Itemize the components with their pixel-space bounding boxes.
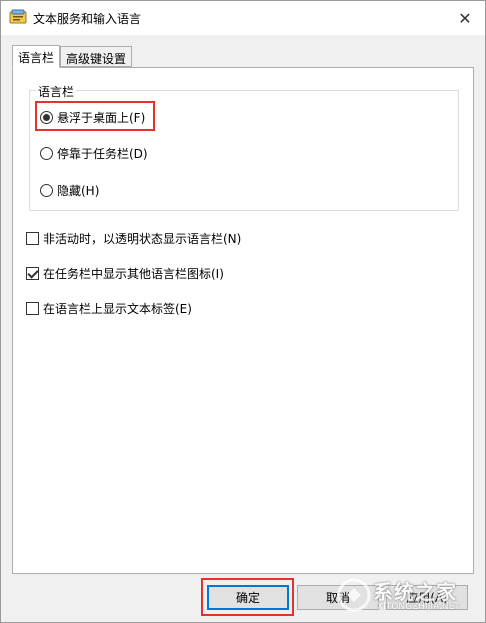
checkbox-label: 在任务栏中显示其他语言栏图标(I) bbox=[43, 266, 224, 281]
tab-advanced-key-settings[interactable]: 高级键设置 bbox=[60, 46, 132, 67]
radio-button-checked[interactable] bbox=[40, 110, 53, 124]
checkbox-show-text-labels[interactable]: 在语言栏上显示文本标签(E) bbox=[26, 298, 192, 318]
tab-language-bar[interactable]: 语言栏 bbox=[12, 45, 60, 68]
tab-panel: 语言栏 悬浮于桌面上(F) 停靠于任务栏(D) 隐藏(H) 非活动时，以透明状态… bbox=[12, 67, 474, 574]
close-icon: ✕ bbox=[458, 8, 472, 28]
close-button[interactable]: ✕ bbox=[451, 5, 479, 31]
dialog-window: 文本服务和输入语言 ✕ 语言栏 高级键设置 语言栏 悬浮于桌面上(F) 停靠于任… bbox=[0, 0, 486, 623]
watermark-url: XITONGZHIJIA.NET bbox=[377, 602, 460, 612]
ok-button[interactable]: 确定 bbox=[207, 585, 289, 610]
tab-bar: 语言栏 高级键设置 bbox=[12, 45, 472, 68]
title-bar: 文本服务和输入语言 ✕ bbox=[1, 1, 485, 35]
watermark: 系统之家 XITONGZHIJIA.NET bbox=[337, 574, 477, 618]
checkbox-label: 在语言栏上显示文本标签(E) bbox=[43, 301, 192, 316]
radio-float-on-desktop[interactable]: 悬浮于桌面上(F) bbox=[40, 107, 145, 127]
radio-button[interactable] bbox=[40, 146, 53, 160]
window-title: 文本服务和输入语言 bbox=[33, 12, 142, 26]
checkbox-box-checked[interactable] bbox=[26, 266, 39, 280]
watermark-brand: 系统之家 bbox=[373, 580, 457, 604]
radio-hidden[interactable]: 隐藏(H) bbox=[40, 180, 99, 200]
checkbox-box[interactable] bbox=[26, 301, 39, 315]
watermark-logo-icon bbox=[337, 578, 371, 612]
app-icon bbox=[9, 9, 27, 25]
language-bar-groupbox: 语言栏 悬浮于桌面上(F) 停靠于任务栏(D) 隐藏(H) bbox=[29, 83, 459, 211]
groupbox-legend: 语言栏 bbox=[36, 83, 77, 100]
checkbox-box[interactable] bbox=[26, 231, 39, 245]
radio-label: 隐藏(H) bbox=[57, 183, 100, 198]
radio-dock-in-taskbar[interactable]: 停靠于任务栏(D) bbox=[40, 143, 148, 163]
radio-label: 停靠于任务栏(D) bbox=[57, 146, 148, 161]
radio-button[interactable] bbox=[40, 183, 53, 197]
radio-label: 悬浮于桌面上(F) bbox=[57, 110, 146, 125]
checkbox-show-additional-icons[interactable]: 在任务栏中显示其他语言栏图标(I) bbox=[26, 263, 224, 283]
checkbox-label: 非活动时，以透明状态显示语言栏(N) bbox=[43, 231, 242, 246]
checkbox-transparent-when-inactive[interactable]: 非活动时，以透明状态显示语言栏(N) bbox=[26, 228, 241, 248]
